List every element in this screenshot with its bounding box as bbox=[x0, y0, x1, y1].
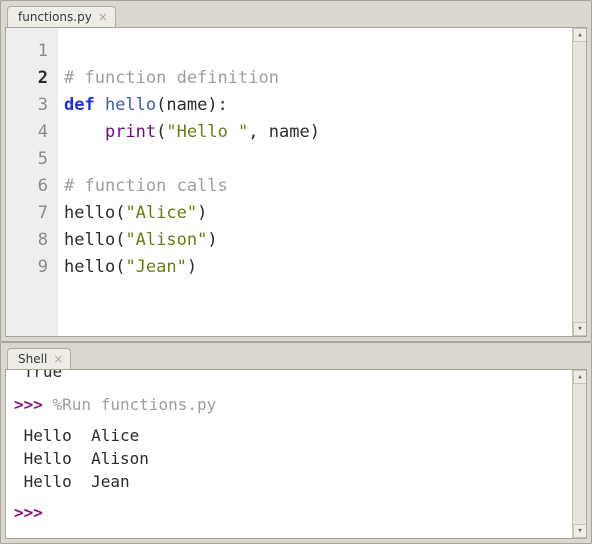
code-line[interactable]: hello("Alison") bbox=[64, 227, 566, 254]
shell-tabbar: Shell × bbox=[1, 343, 591, 369]
shell-output-line: Hello Alison bbox=[14, 447, 564, 470]
close-icon[interactable]: × bbox=[53, 353, 63, 365]
code-line[interactable]: print("Hello ", name) bbox=[64, 119, 566, 146]
editor-scrollbar[interactable]: ▴ ▾ bbox=[572, 28, 586, 336]
line-number: 1 bbox=[6, 38, 48, 65]
shell-prompt-line[interactable]: >>> bbox=[14, 501, 564, 524]
scroll-up-icon[interactable]: ▴ bbox=[573, 370, 587, 384]
scroll-down-icon[interactable]: ▾ bbox=[573, 322, 587, 336]
line-number: 7 bbox=[6, 200, 48, 227]
code-line[interactable]: # function calls bbox=[64, 173, 566, 200]
line-number: 4 bbox=[6, 119, 48, 146]
shell-output-line: True bbox=[14, 370, 564, 383]
shell-pane: Shell × True >>> %Run functions.py Hello… bbox=[0, 342, 592, 544]
line-number: 5 bbox=[6, 146, 48, 173]
line-number: 6 bbox=[6, 173, 48, 200]
code-area[interactable]: # function definitiondef hello(name): pr… bbox=[58, 28, 572, 336]
code-line[interactable] bbox=[64, 38, 566, 65]
shell-scrollbar[interactable]: ▴ ▾ bbox=[572, 370, 586, 538]
shell-command-line: >>> %Run functions.py bbox=[14, 393, 564, 416]
shell-output-line: Hello Jean bbox=[14, 470, 564, 493]
shell-content: True >>> %Run functions.py Hello Alice H… bbox=[5, 369, 587, 539]
shell-tab[interactable]: Shell × bbox=[7, 348, 71, 369]
shell-prompt: >>> bbox=[14, 503, 53, 522]
shell-area[interactable]: True >>> %Run functions.py Hello Alice H… bbox=[6, 370, 572, 538]
close-icon[interactable]: × bbox=[98, 11, 108, 23]
line-number: 9 bbox=[6, 254, 48, 281]
code-line[interactable]: def hello(name): bbox=[64, 92, 566, 119]
line-number: 8 bbox=[6, 227, 48, 254]
line-number-gutter: 123456789 bbox=[6, 28, 58, 336]
editor-tab-functions[interactable]: functions.py × bbox=[7, 6, 116, 27]
code-line[interactable]: # function definition bbox=[64, 65, 566, 92]
editor-tab-label: functions.py bbox=[18, 10, 92, 24]
code-line[interactable] bbox=[64, 146, 566, 173]
editor-pane: functions.py × 123456789 # function defi… bbox=[0, 0, 592, 342]
editor-content: 123456789 # function definitiondef hello… bbox=[5, 27, 587, 337]
line-number: 3 bbox=[6, 92, 48, 119]
line-number: 2 bbox=[6, 65, 48, 92]
shell-tab-label: Shell bbox=[18, 352, 47, 366]
scroll-up-icon[interactable]: ▴ bbox=[573, 28, 587, 42]
code-line[interactable]: hello("Alice") bbox=[64, 200, 566, 227]
editor-tabbar: functions.py × bbox=[1, 1, 591, 27]
scroll-down-icon[interactable]: ▾ bbox=[573, 524, 587, 538]
code-line[interactable]: hello("Jean") bbox=[64, 254, 566, 281]
shell-output-line: Hello Alice bbox=[14, 424, 564, 447]
